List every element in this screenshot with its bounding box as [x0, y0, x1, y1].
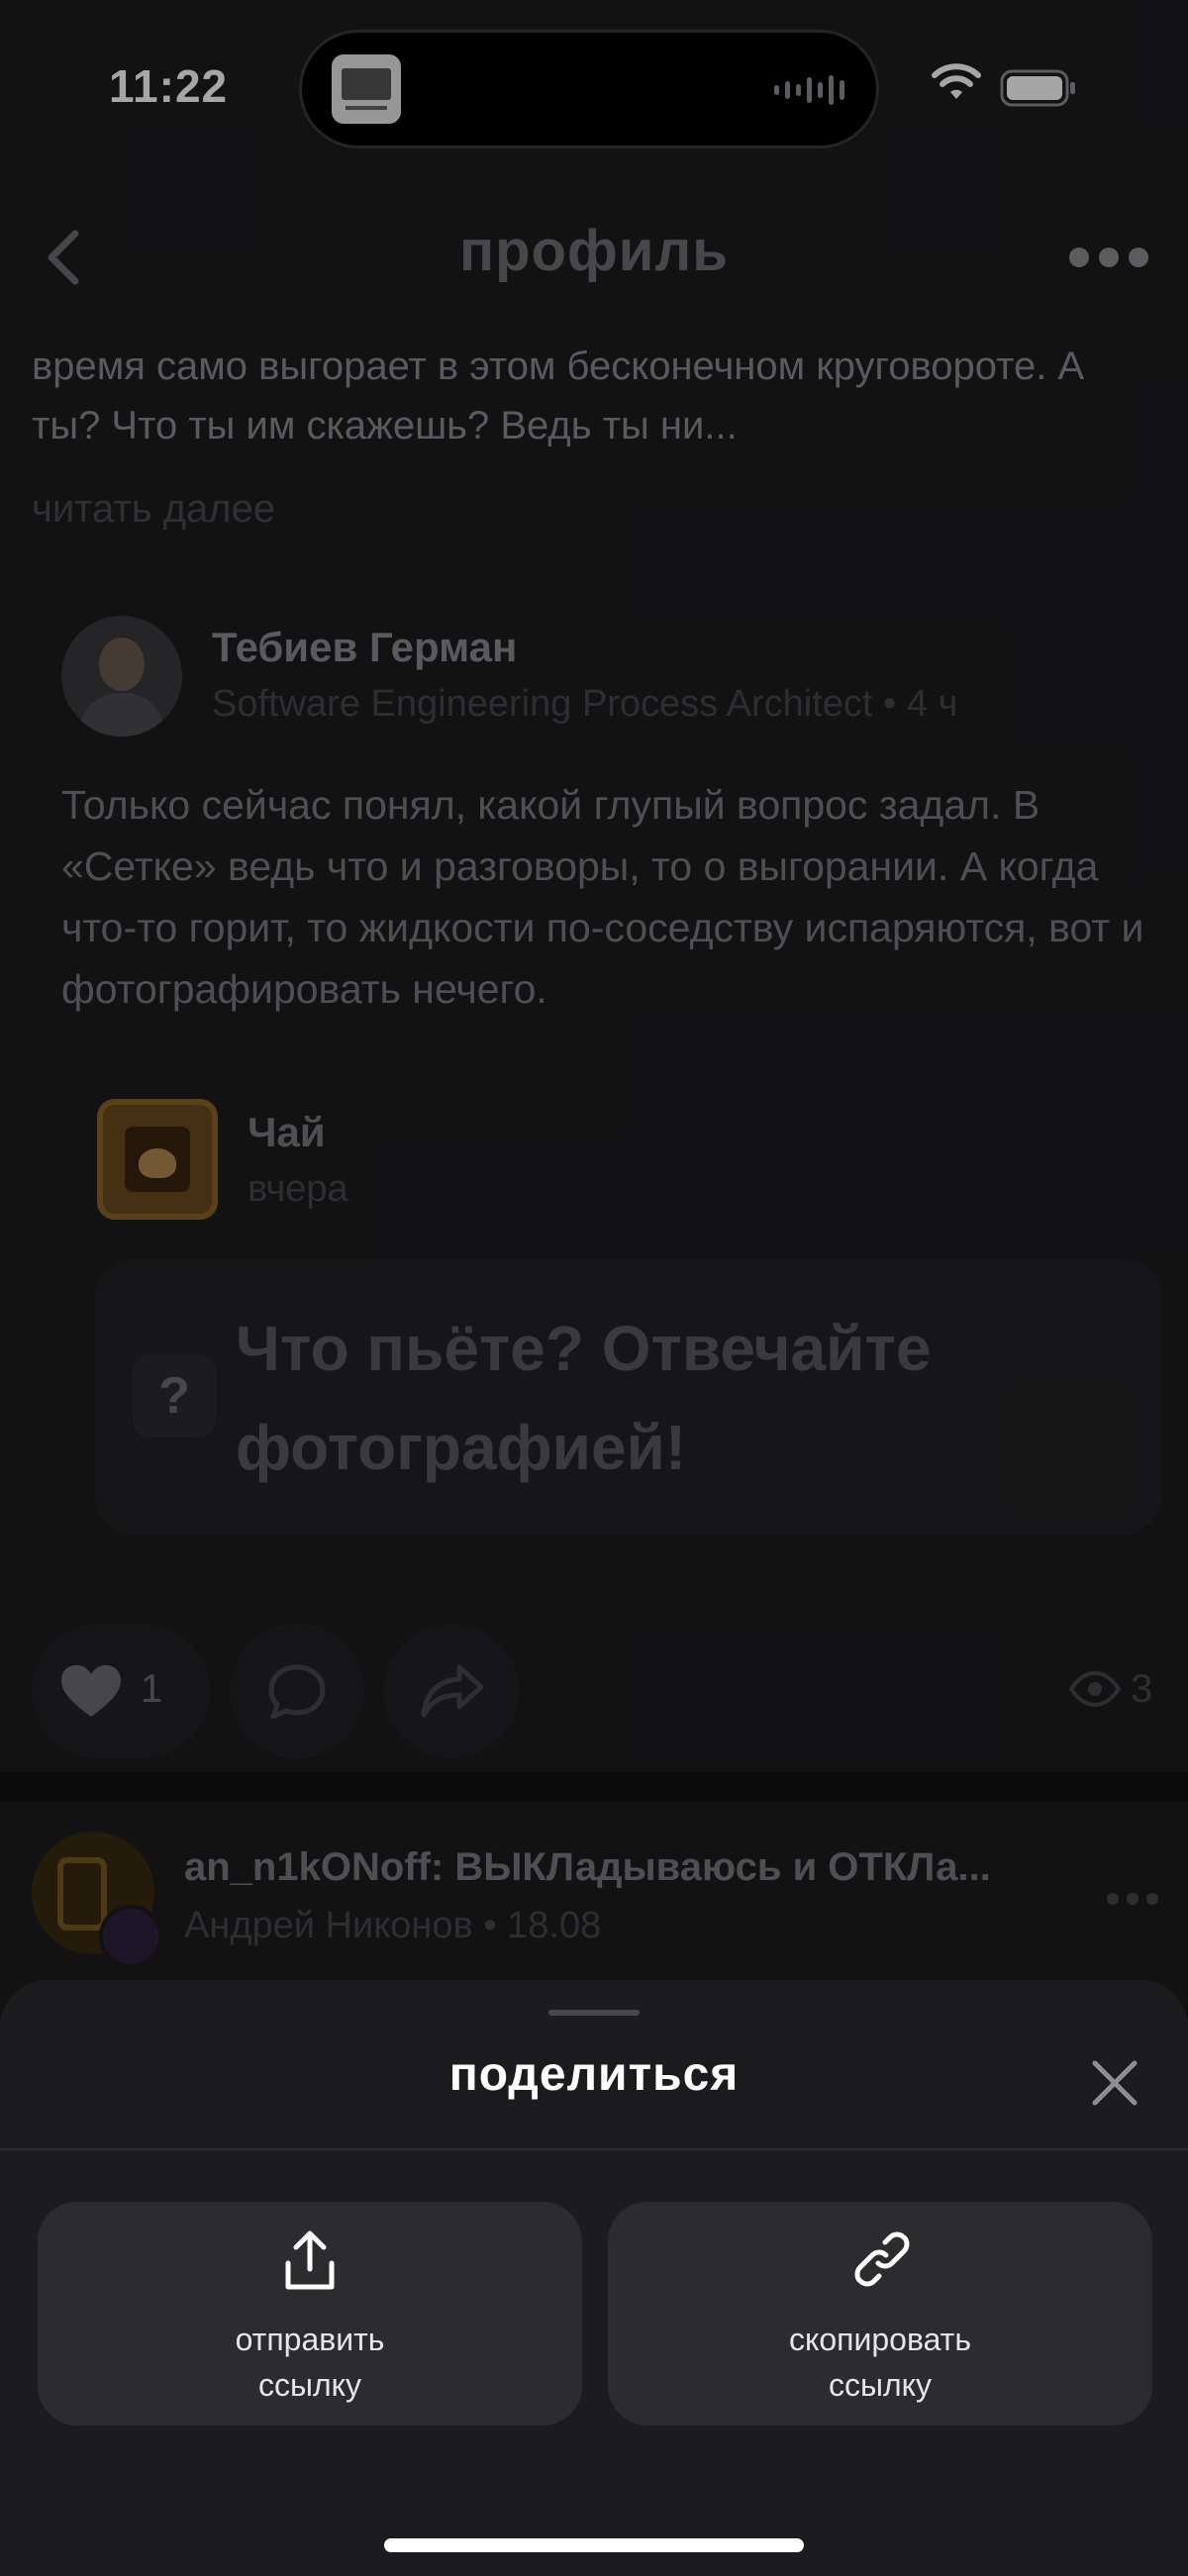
send-link-button[interactable]: отправить ссылку	[38, 2202, 582, 2426]
copy-link-label-line1: скопировать	[788, 2322, 971, 2357]
sheet-grabber[interactable]	[548, 2010, 640, 2016]
share-sheet: поделиться отправить ссылку скопировать …	[0, 1980, 1188, 2576]
home-indicator[interactable]	[384, 2538, 804, 2552]
share-upload-icon	[285, 2230, 335, 2290]
sheet-title: поделиться	[448, 2048, 740, 2101]
link-icon	[854, 2231, 910, 2287]
close-icon[interactable]	[1089, 2057, 1140, 2109]
copy-link-button[interactable]: скопировать ссылку	[608, 2202, 1152, 2426]
sheet-divider	[0, 2148, 1188, 2150]
copy-link-label-line2: ссылку	[828, 2367, 933, 2403]
send-link-label-line1: отправить	[235, 2322, 385, 2357]
copy-link-label: скопировать ссылку	[608, 2317, 1152, 2408]
send-link-label-line2: ссылку	[257, 2367, 362, 2403]
send-link-label: отправить ссылку	[38, 2317, 582, 2408]
